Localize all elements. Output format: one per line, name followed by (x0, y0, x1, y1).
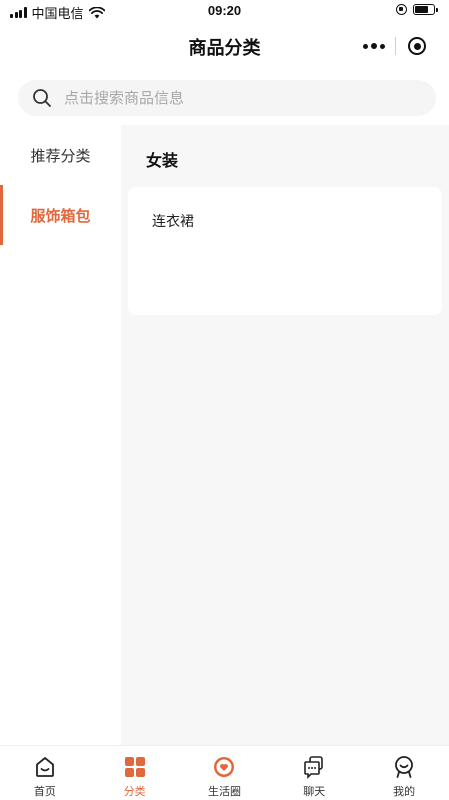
tab-label: 我的 (393, 786, 416, 798)
search-icon (33, 89, 51, 107)
chat-icon (301, 754, 327, 780)
category-icon (122, 754, 148, 780)
search-input[interactable] (64, 89, 384, 107)
tab-bar: 首页 分类 生活圈 聊天 我的 (0, 745, 449, 800)
sidebar-item-apparel-bags[interactable]: 服饰箱包 (0, 185, 121, 245)
category-sidebar: 推荐分类 服饰箱包 (0, 125, 121, 745)
subcategory-item-dress[interactable]: 连衣裙 (152, 211, 194, 231)
subcategory-card (128, 187, 442, 315)
tab-label: 聊天 (303, 786, 326, 798)
nav-bar: 商品分类 (0, 22, 449, 70)
section-title: 女装 (146, 153, 179, 170)
sidebar-item-label: 服饰箱包 (30, 207, 91, 225)
status-time: 09:20 (207, 3, 242, 18)
miniprogram-capsule (353, 31, 439, 61)
home-icon (32, 754, 58, 780)
tab-label: 分类 (123, 786, 146, 798)
profile-icon (391, 754, 417, 780)
sidebar-item-recommended[interactable]: 推荐分类 (0, 125, 121, 185)
heart-bubble-icon (211, 754, 237, 780)
sidebar-item-label: 推荐分类 (30, 147, 91, 165)
orientation-lock-icon (396, 4, 407, 15)
tab-home[interactable]: 首页 (0, 746, 90, 800)
more-options-button[interactable] (353, 43, 395, 49)
close-miniprogram-button[interactable] (396, 37, 438, 55)
more-dot-icon (380, 43, 385, 49)
status-right (396, 4, 438, 15)
tab-chat[interactable]: 聊天 (269, 746, 359, 800)
battery-icon (413, 4, 438, 15)
status-bar: 中国电信 09:20 (0, 0, 449, 22)
category-content: 女装 连衣裙 (121, 125, 449, 745)
tab-label: 生活圈 (207, 786, 241, 798)
tab-profile[interactable]: 我的 (359, 746, 449, 800)
target-icon (408, 37, 426, 55)
more-dot-icon (363, 43, 368, 49)
search-bar[interactable] (18, 80, 436, 116)
tab-life-circle[interactable]: 生活圈 (180, 746, 270, 800)
tab-label: 首页 (33, 786, 56, 798)
more-dot-icon (371, 43, 377, 49)
tab-category[interactable]: 分类 (90, 746, 180, 800)
